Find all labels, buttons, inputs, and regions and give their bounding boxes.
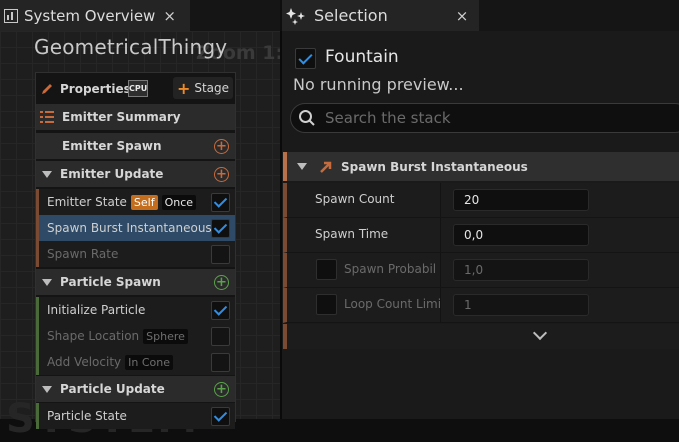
param-label: Spawn Count: [315, 192, 395, 206]
enable-checkbox[interactable]: [211, 218, 230, 238]
loop-count-limit-field[interactable]: 1: [453, 294, 589, 316]
tab-title: System Overview: [24, 6, 156, 25]
override-checkbox[interactable]: [316, 294, 337, 315]
module-particle-state[interactable]: Particle State: [36, 403, 235, 429]
tab-title: Selection: [314, 6, 388, 25]
add-stage-button[interactable]: + Stage: [173, 77, 233, 99]
mode-badge: Once: [161, 194, 197, 210]
param-label: Loop Count Limi: [344, 297, 442, 311]
module-spawn-burst[interactable]: Spawn Burst Instantaneous: [36, 215, 235, 241]
add-module-icon[interactable]: +: [214, 166, 229, 182]
tab-system-overview[interactable]: System Overview ×: [0, 0, 190, 31]
section-label: Emitter Update: [60, 167, 164, 181]
override-checkbox[interactable]: [316, 259, 337, 280]
section-label: Particle Update: [60, 382, 165, 396]
spawn-time-field[interactable]: 0,0: [453, 224, 589, 246]
add-module-icon[interactable]: +: [214, 381, 229, 397]
enable-checkbox[interactable]: [211, 326, 230, 346]
spawn-arrow-icon: [320, 161, 332, 173]
module-add-velocity[interactable]: Add Velocity In Cone: [36, 349, 235, 375]
section-particle-update[interactable]: Particle Update +: [36, 376, 235, 402]
cpu-badge: CPU: [128, 80, 148, 97]
module-label: Spawn Rate: [47, 247, 119, 261]
shape-badge: Sphere: [143, 328, 188, 344]
module-label: Initialize Particle: [47, 303, 146, 317]
module-emitter-state[interactable]: Emitter State Self Once: [36, 189, 235, 215]
module-initialize-particle[interactable]: Initialize Particle: [36, 297, 235, 323]
system-name: GeometricalThingy: [34, 35, 228, 59]
search-icon: [299, 110, 315, 126]
param-spawn-probability: Spawn Probabil 1,0: [283, 253, 679, 288]
module-label: Emitter State: [47, 195, 127, 209]
scope-badge: Self: [130, 194, 158, 210]
enable-checkbox[interactable]: [211, 300, 230, 320]
enable-checkbox[interactable]: [211, 244, 230, 264]
module-spawn-rate[interactable]: Spawn Rate: [36, 241, 235, 267]
list-icon: [40, 111, 54, 123]
chevron-down-icon[interactable]: [532, 325, 548, 341]
collapse-arrow-icon[interactable]: [42, 385, 52, 393]
emitter-summary-row[interactable]: Emitter Summary: [36, 104, 235, 130]
collapse-arrow-icon[interactable]: [42, 170, 52, 178]
module-label: Particle State: [47, 409, 127, 423]
properties-label: Properties: [60, 81, 131, 96]
collapse-arrow-icon[interactable]: [297, 163, 307, 170]
spawn-probability-field[interactable]: 1,0: [453, 259, 589, 281]
param-spawn-time: Spawn Time 0,0: [283, 218, 679, 253]
velocity-badge: In Cone: [125, 354, 173, 370]
enable-checkbox[interactable]: [211, 352, 230, 372]
section-label: Particle Spawn: [60, 275, 161, 289]
enable-checkbox[interactable]: [211, 192, 230, 212]
section-emitter-spawn[interactable]: Emitter Spawn +: [36, 133, 235, 159]
section-emitter-update[interactable]: Emitter Update +: [36, 161, 235, 187]
stage-label: Stage: [194, 81, 230, 95]
module-shape-location[interactable]: Shape Location Sphere: [36, 323, 235, 349]
show-advanced-row[interactable]: [283, 324, 679, 349]
properties-button[interactable]: Properties: [36, 77, 170, 100]
pencil-icon: [42, 83, 52, 94]
preview-status: No running preview...: [293, 75, 464, 94]
add-module-icon[interactable]: +: [214, 138, 229, 154]
right-tab-strip: [479, 0, 679, 31]
collapse-arrow-icon[interactable]: [42, 278, 52, 286]
plus-icon: +: [176, 78, 191, 98]
chart-icon: [4, 8, 18, 23]
enable-checkbox[interactable]: [211, 406, 230, 426]
emitter-summary-label: Emitter Summary: [62, 110, 181, 124]
column-divider[interactable]: [440, 183, 441, 217]
add-module-icon[interactable]: +: [214, 274, 229, 290]
stack-module-header[interactable]: Spawn Burst Instantaneous: [283, 152, 679, 181]
param-loop-count-limit: Loop Count Limi 1: [283, 288, 679, 323]
section-label: Emitter Spawn: [62, 139, 162, 153]
stack-module-title: Spawn Burst Instantaneous: [341, 159, 528, 174]
module-label: Spawn Burst Instantaneous: [47, 221, 212, 235]
section-particle-spawn[interactable]: Particle Spawn +: [36, 269, 235, 295]
emitter-name: Fountain: [325, 47, 399, 67]
close-icon[interactable]: ×: [456, 7, 469, 25]
search-placeholder: Search the stack: [325, 109, 451, 127]
column-divider[interactable]: [440, 218, 441, 252]
module-label: Shape Location: [47, 329, 140, 343]
close-icon[interactable]: ×: [163, 7, 176, 25]
emitter-enable-checkbox[interactable]: [295, 48, 316, 69]
module-label: Add Velocity: [47, 355, 122, 369]
column-divider[interactable]: [440, 288, 441, 322]
param-label: Spawn Time: [315, 227, 389, 241]
sparkle-icon: [286, 7, 305, 25]
param-label: Spawn Probabil: [344, 262, 437, 276]
param-spawn-count: Spawn Count 20: [283, 183, 679, 218]
column-divider[interactable]: [440, 253, 441, 287]
spawn-count-field[interactable]: 20: [453, 189, 589, 211]
tab-selection[interactable]: Selection ×: [282, 0, 479, 31]
